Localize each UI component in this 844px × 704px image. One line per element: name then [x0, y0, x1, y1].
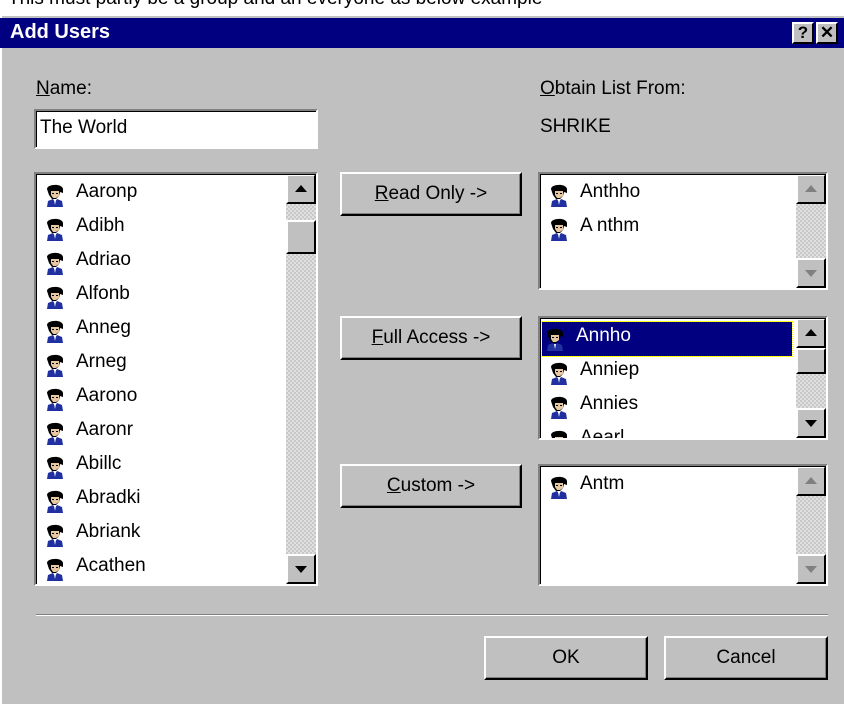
user-icon: [547, 328, 563, 351]
obtain-list-label: Obtain List From:: [540, 78, 686, 99]
close-button[interactable]: ✕: [816, 22, 838, 44]
user-icon: [551, 396, 567, 419]
name-label: Name:: [36, 78, 92, 99]
background-page-text: This must partly be a group and an every…: [0, 0, 844, 16]
list-item-label: Aearl: [580, 427, 625, 440]
name-field-value: The World: [40, 117, 128, 138]
scroll-down-button[interactable]: [286, 554, 316, 584]
user-icon: [47, 320, 63, 343]
dialog-title: Add Users: [10, 21, 111, 43]
scroll-down-button[interactable]: [796, 258, 826, 288]
user-icon: [47, 354, 63, 377]
list-item-label: Arneg: [76, 351, 127, 372]
list-item-label: Adriao: [76, 249, 131, 270]
user-icon: [47, 490, 63, 513]
list-item-label: Annies: [580, 393, 639, 414]
user-icon: [47, 286, 63, 309]
ok-button[interactable]: OK: [484, 636, 648, 680]
read-only-button[interactable]: Read Only ->: [340, 172, 522, 216]
custom-button[interactable]: Custom ->: [340, 464, 522, 508]
user-icon: [551, 184, 567, 207]
user-icon: [551, 476, 567, 499]
user-icon: [47, 422, 63, 445]
scroll-up-button[interactable]: [796, 318, 826, 348]
arrow-down-icon: [805, 420, 817, 427]
list-item-label: A nthm: [580, 215, 640, 236]
list-item-label: Aaronp: [76, 181, 138, 202]
obtain-list-source: SHRIKE: [540, 116, 611, 137]
full-access-button[interactable]: Full Access ->: [340, 316, 522, 360]
arrow-up-icon: [295, 185, 307, 192]
scroll-thumb[interactable]: [286, 220, 316, 254]
scroll-down-button[interactable]: [796, 554, 826, 584]
user-icon: [47, 388, 63, 411]
list-item-label: Anthho: [580, 181, 641, 202]
arrow-down-icon: [805, 270, 817, 277]
scroll-up-button[interactable]: [796, 174, 826, 204]
user-icon: [47, 456, 63, 479]
user-icon: [551, 218, 567, 241]
list-item-label: Aarono: [76, 385, 138, 406]
arrow-up-icon: [805, 329, 817, 336]
user-icon: [551, 362, 567, 385]
list-item-label: Acathen: [76, 555, 146, 576]
arrow-up-icon: [805, 477, 817, 484]
list-item-label: Antm: [580, 473, 625, 494]
custom-scrollbar[interactable]: [796, 466, 826, 584]
user-icon: [47, 558, 63, 581]
list-item-label: Annho: [576, 325, 631, 346]
separator-highlight: [36, 615, 828, 616]
scroll-down-button[interactable]: [796, 408, 826, 438]
custom-list[interactable]: Antm: [538, 464, 828, 586]
background-text: This must partly be a group and an every…: [8, 0, 542, 10]
user-icon: [47, 218, 63, 241]
read-only-scrollbar[interactable]: [796, 174, 826, 288]
scroll-up-button[interactable]: [286, 174, 316, 204]
list-item[interactable]: Annho: [541, 321, 793, 357]
list-item-label: Aaronr: [76, 419, 134, 440]
user-icon: [551, 430, 567, 438]
title-bar: [0, 18, 844, 48]
list-item-label: Alfonb: [76, 283, 130, 304]
full-access-scrollbar[interactable]: [796, 318, 826, 438]
list-item-label: Abriank: [76, 521, 141, 542]
help-button[interactable]: ?: [792, 22, 814, 44]
scroll-thumb[interactable]: [796, 348, 826, 374]
list-item-label: Abradki: [76, 487, 141, 508]
list-item-label: Anneg: [76, 317, 131, 338]
arrow-up-icon: [805, 185, 817, 192]
user-icon: [47, 184, 63, 207]
list-item-label: Abillc: [76, 453, 122, 474]
scroll-up-button[interactable]: [796, 466, 826, 496]
user-icon: [47, 252, 63, 275]
full-access-list[interactable]: Annho Anniep Annies Aearl: [538, 316, 828, 440]
read-only-list[interactable]: Anthho A nthm: [538, 172, 828, 290]
available-users-list[interactable]: Aaronp Adibh Adriao Alfonb Anneg Arneg Aarono A…: [34, 172, 318, 586]
name-field[interactable]: The World: [34, 109, 318, 149]
arrow-down-icon: [805, 566, 817, 573]
available-users-scrollbar[interactable]: [286, 174, 316, 584]
arrow-down-icon: [295, 566, 307, 573]
cancel-button[interactable]: Cancel: [664, 636, 828, 680]
close-icon: ✕: [819, 23, 835, 42]
list-item-label: Adibh: [76, 215, 125, 236]
list-item-label: Anniep: [580, 359, 640, 380]
user-icon: [47, 524, 63, 547]
